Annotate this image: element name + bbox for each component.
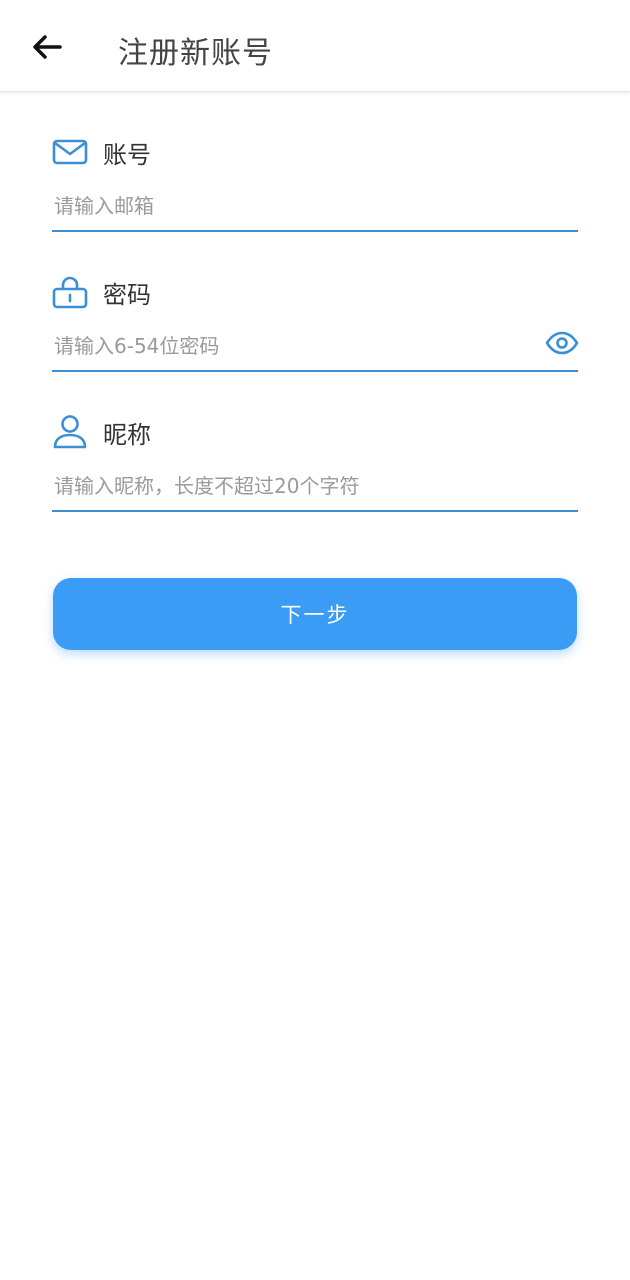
- toggle-password-visibility-button[interactable]: [544, 328, 580, 358]
- password-input-wrapper: [52, 326, 580, 372]
- back-button[interactable]: [22, 22, 72, 72]
- next-step-button[interactable]: 下一步: [53, 578, 577, 650]
- page-title: 注册新账号: [118, 36, 273, 71]
- nickname-input[interactable]: [52, 466, 532, 506]
- app-bar: 注册新账号: [0, 0, 630, 92]
- email-input[interactable]: [52, 186, 532, 226]
- nickname-label: 昵称: [103, 420, 151, 449]
- password-label: 密码: [103, 280, 151, 309]
- mail-icon: [52, 134, 88, 170]
- arrow-left-icon: [33, 35, 62, 59]
- password-field-header: 密码: [52, 274, 151, 310]
- lock-icon: [52, 274, 88, 310]
- nickname-field-header: 昵称: [52, 414, 151, 450]
- nickname-input-wrapper: [52, 466, 578, 512]
- account-input-wrapper: [52, 186, 578, 232]
- eye-icon: [545, 331, 579, 355]
- account-label: 账号: [103, 140, 151, 169]
- password-input[interactable]: [52, 326, 532, 366]
- user-icon: [52, 414, 88, 450]
- account-field-header: 账号: [52, 134, 151, 170]
